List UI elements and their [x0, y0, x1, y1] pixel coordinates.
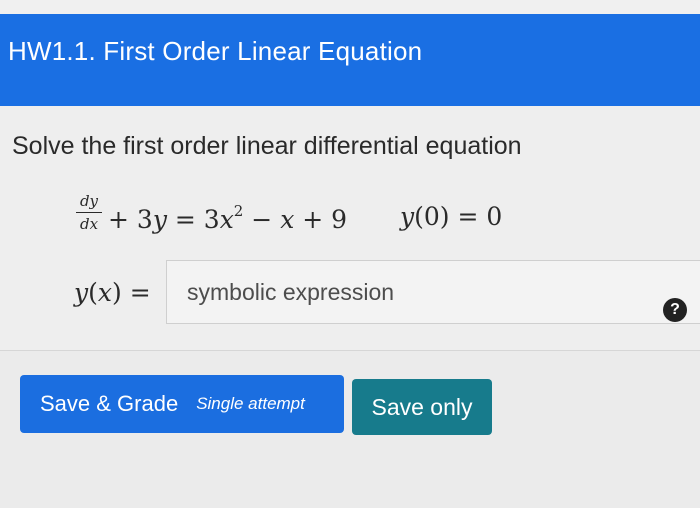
derivative-fraction: dy dx: [76, 192, 102, 233]
save-and-grade-button[interactable]: Save & Grade Single attempt: [20, 375, 344, 433]
question-header: HW1.1. First Order Linear Equation: [0, 14, 700, 106]
eq-var-y: y: [152, 205, 167, 234]
ic-var: y: [400, 202, 415, 231]
eq-part4: + 9: [294, 205, 348, 234]
grade-button-attempts: Single attempt: [196, 394, 305, 413]
answer-label-var: y: [74, 278, 89, 307]
fraction-bar: [76, 212, 102, 213]
answer-label-rest: ) =: [112, 278, 151, 307]
eq-var-x2: x: [280, 205, 295, 234]
answer-label-open: (: [88, 278, 98, 307]
eq-var-x: x: [219, 205, 234, 234]
eq-part3: −: [243, 205, 281, 234]
grade-button-label: Save & Grade: [40, 391, 179, 416]
question-page: HW1.1. First Order Linear Equation Solve…: [0, 0, 700, 508]
question-title: HW1.1. First Order Linear Equation: [8, 36, 423, 66]
question-body: Solve the first order linear differentia…: [0, 106, 700, 350]
answer-input[interactable]: [166, 260, 700, 324]
save-only-button[interactable]: Save only: [352, 379, 492, 435]
ic-rest: (0) = 0: [414, 202, 503, 231]
question-circle-icon[interactable]: ?: [663, 298, 687, 322]
question-prompt: Solve the first order linear differentia…: [12, 132, 522, 160]
eq-part2: = 3: [166, 205, 220, 234]
answer-label: y(x) =: [74, 278, 151, 307]
eq-exponent: 2: [233, 202, 244, 220]
initial-condition: y(0) = 0: [400, 202, 502, 231]
fraction-numerator: dy: [79, 192, 99, 210]
equation-rhs: + 3y = 3x2 − x + 9: [108, 202, 347, 234]
top-strip: [0, 0, 700, 14]
fraction-denominator: dx: [79, 215, 99, 233]
eq-part1: + 3: [108, 205, 153, 234]
question-footer: Save & Grade Single attempt Save only: [0, 351, 700, 508]
answer-label-arg: x: [97, 278, 112, 307]
